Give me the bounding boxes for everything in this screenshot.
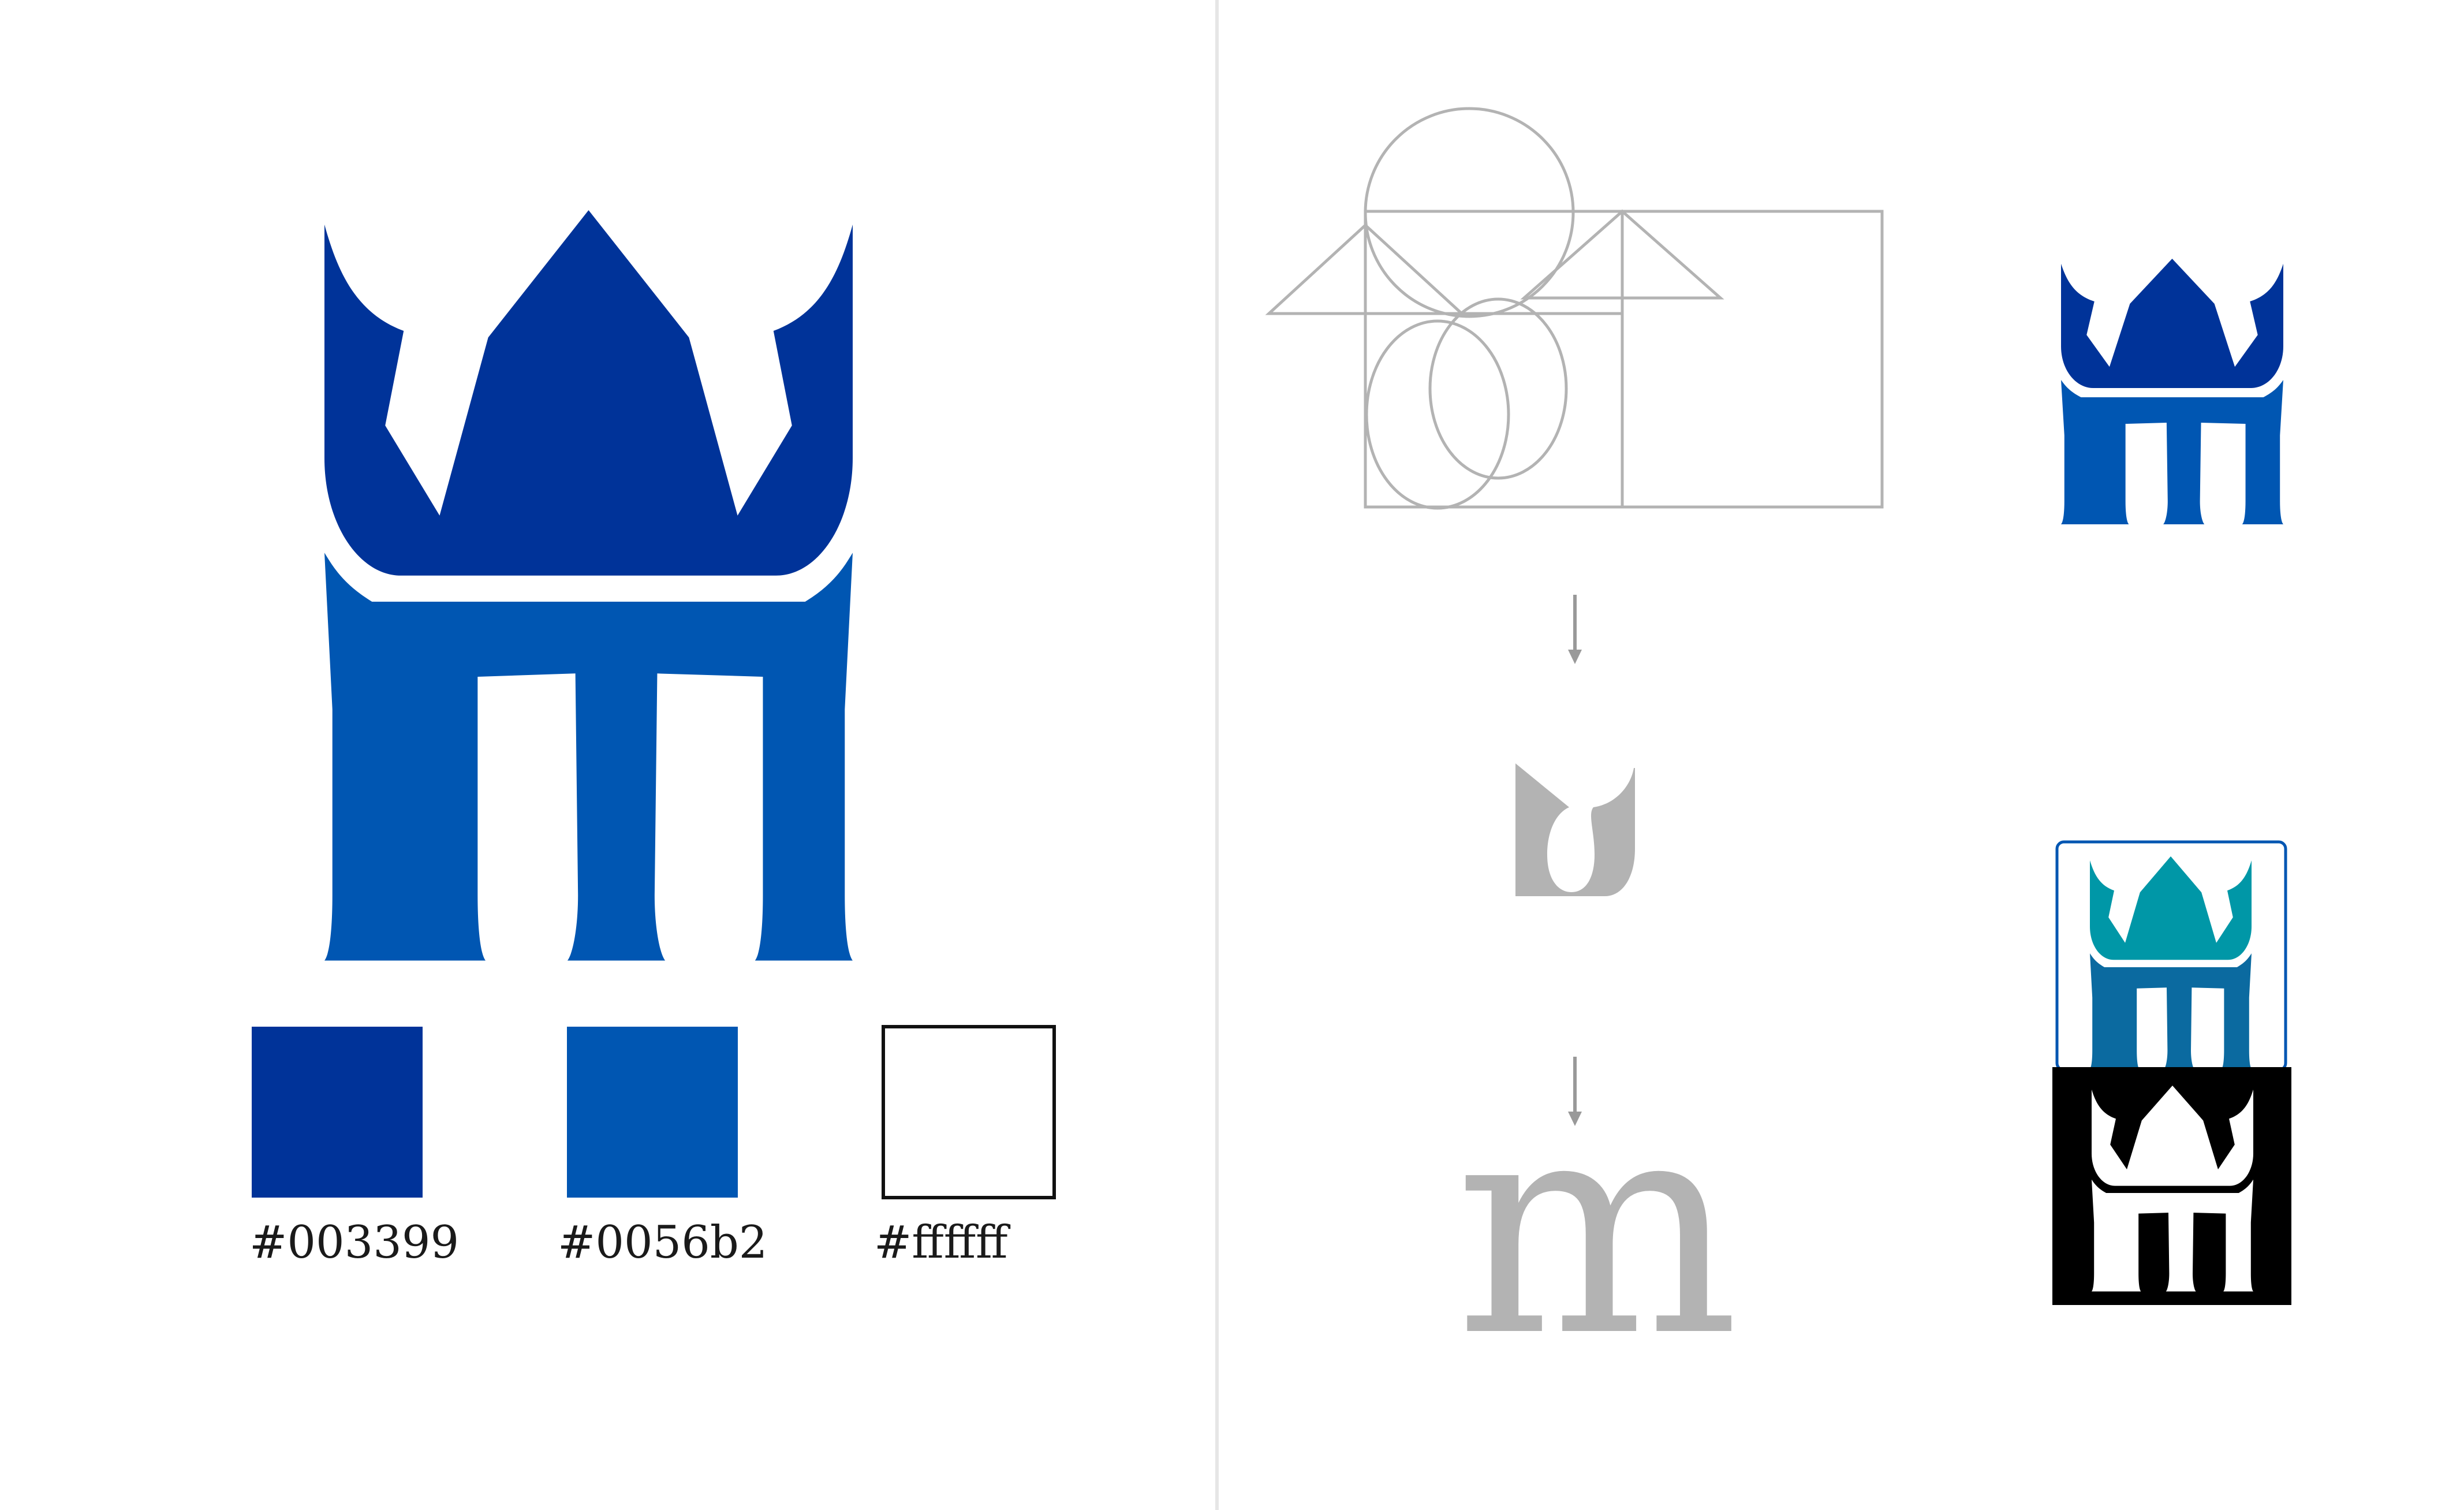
brand-sheet: #003399 #0056b2 #ffffff m <box>249 0 2291 1510</box>
swatch-2 <box>567 1027 738 1198</box>
construction-shape <box>1515 763 1635 896</box>
main-logo-base <box>324 553 853 961</box>
swatch-1 <box>252 1027 423 1198</box>
swatch-3-label: #ffffff <box>874 1217 1011 1269</box>
main-logo-crown <box>324 210 853 576</box>
swatch-3 <box>882 1025 1056 1199</box>
swatch-2-label: #0056b2 <box>558 1217 767 1269</box>
swatch-1-label: #003399 <box>249 1217 459 1269</box>
construction-grid <box>1265 107 1884 510</box>
logo-primary-small <box>2061 259 2283 524</box>
letter-m: m <box>1455 1052 1739 1402</box>
arrow-down-icon <box>1568 595 1582 664</box>
palette: #003399 #0056b2 #ffffff <box>249 1025 1056 1269</box>
main-logo <box>324 210 853 961</box>
